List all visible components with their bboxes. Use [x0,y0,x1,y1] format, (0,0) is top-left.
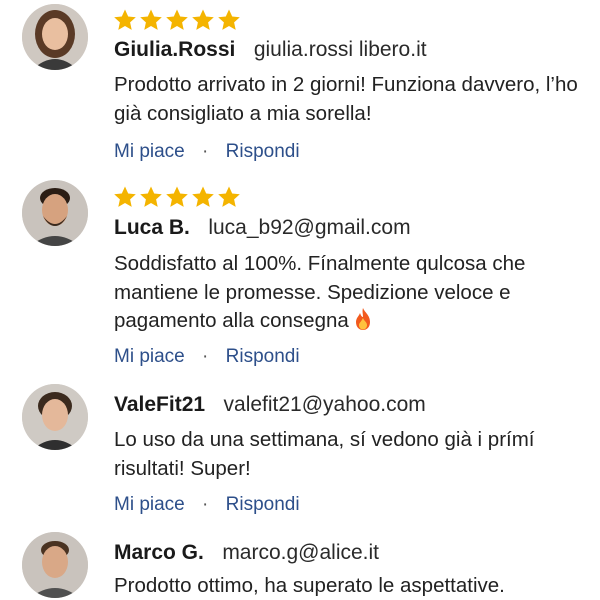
separator: · [202,494,209,515]
avatar[interactable] [22,180,88,246]
comment-text: Prodotto ottimo, ha superato le aspettat… [114,574,505,597]
star-icon [191,8,215,32]
separator: · [202,141,209,162]
comment-actions: Mi piace · Rispondi [114,141,300,163]
star-icon [139,185,163,209]
author-name[interactable]: Marco G. [114,541,204,564]
comment-header: Marco G. marco.g@alice.it [114,541,379,565]
comment-text-body: Soddisfatto al 100%. Fínalmente qulcosa … [114,252,526,332]
fire-emoji-icon [353,307,373,331]
separator: · [202,346,209,367]
author-name[interactable]: Giulia.Rossi [114,38,235,61]
star-rating [113,8,241,32]
comment-text: Prodotto arrivato in 2 giorni! Funziona … [114,73,578,125]
reply-button[interactable]: Rispondi [226,141,300,162]
reply-button[interactable]: Rispondi [226,346,300,367]
star-icon [165,8,189,32]
star-icon [217,8,241,32]
comment-header: Luca B. luca_b92@gmail.com [114,216,411,240]
author-name[interactable]: ValeFit21 [114,393,205,416]
comment-header: ValeFit21 valefit21@yahoo.com [114,393,426,417]
avatar[interactable] [22,384,88,450]
author-name[interactable]: Luca B. [114,216,190,239]
avatar[interactable] [22,4,88,70]
reply-button[interactable]: Rispondi [226,494,300,515]
star-icon [139,8,163,32]
star-icon [113,185,137,209]
author-email: giulia.rossi libero.it [253,38,427,61]
comment-header: Giulia.Rossi giulia.rossi libero.it [114,38,427,62]
star-icon [113,8,137,32]
star-icon [191,185,215,209]
author-email: luca_b92@gmail.com [208,216,411,239]
star-icon [165,185,189,209]
author-email: marco.g@alice.it [222,541,380,564]
avatar[interactable] [22,532,88,598]
author-email: valefit21@yahoo.com [223,393,426,416]
comment-text: Lo uso da una settimana, sí vedono già i… [114,428,535,480]
like-button[interactable]: Mi piace [114,346,185,367]
comment-actions: Mi piace · Rispondi [114,346,300,368]
star-rating [113,185,241,209]
comment-text: Soddisfatto al 100%. Fínalmente qulcosa … [114,250,584,336]
like-button[interactable]: Mi piace [114,141,185,162]
comment-actions: Mi piace · Rispondi [114,494,300,516]
like-button[interactable]: Mi piace [114,494,185,515]
star-icon [217,185,241,209]
